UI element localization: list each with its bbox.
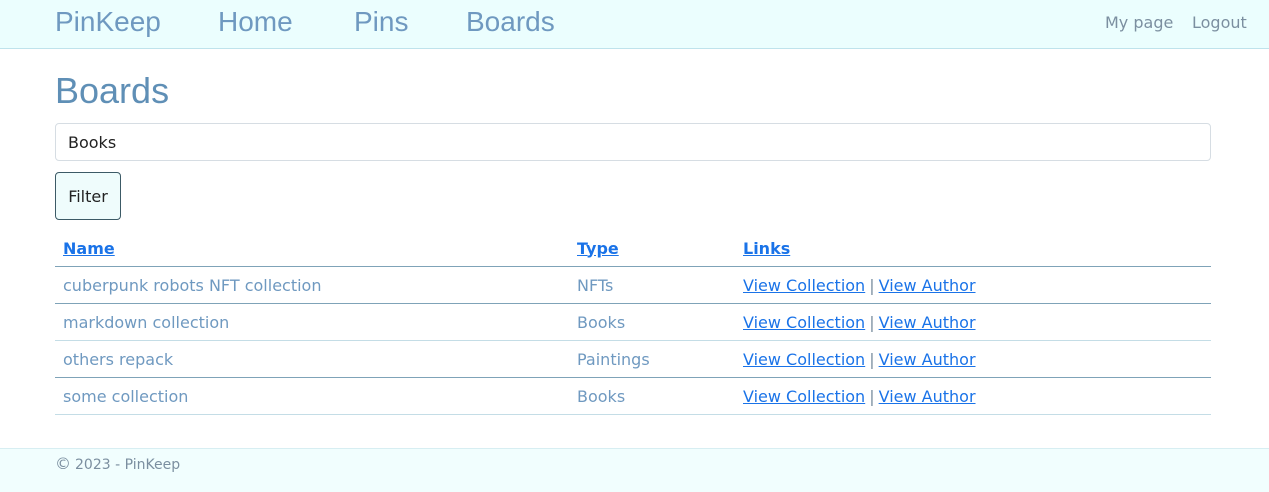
link-separator: | [869, 386, 875, 406]
nav-link-logout[interactable]: Logout [1192, 12, 1247, 34]
view-author-link[interactable]: View Author [879, 387, 976, 406]
filter-input[interactable] [55, 123, 1211, 161]
table-row: others repack Paintings View Collection |… [55, 340, 1211, 378]
nav-link-boards[interactable]: Boards [466, 4, 555, 40]
view-collection-link[interactable]: View Collection [743, 350, 865, 369]
board-type: Paintings [569, 340, 735, 378]
view-author-link[interactable]: View Author [879, 313, 976, 332]
board-links: View Collection | View Author [735, 303, 1211, 341]
board-name: cuberpunk robots NFT collection [55, 266, 569, 304]
link-separator: | [869, 349, 875, 369]
board-name: markdown collection [55, 303, 569, 341]
footer-copyright: © 2023 - PinKeep [55, 454, 180, 473]
column-header-type: Type [569, 230, 735, 267]
link-separator: | [869, 275, 875, 295]
board-name: some collection [55, 377, 569, 415]
nav-link-home[interactable]: Home [218, 4, 293, 40]
table-header-row: Name Type Links [55, 230, 1211, 267]
boards-table: Name Type Links cuberpunk robots NFT col… [55, 230, 1211, 415]
view-author-link[interactable]: View Author [879, 276, 976, 295]
board-links: View Collection | View Author [735, 266, 1211, 304]
copyright-icon: © [55, 454, 71, 473]
sort-by-links-link[interactable]: Links [743, 239, 790, 258]
page-footer: © 2023 - PinKeep [0, 448, 1269, 492]
board-links: View Collection | View Author [735, 340, 1211, 378]
column-header-links: Links [735, 230, 1211, 267]
board-links: View Collection | View Author [735, 377, 1211, 415]
board-type: Books [569, 377, 735, 415]
sort-by-name-link[interactable]: Name [63, 239, 115, 258]
footer-text: 2023 - PinKeep [75, 457, 181, 473]
nav-link-pins[interactable]: Pins [354, 4, 408, 40]
sort-by-type-link[interactable]: Type [577, 239, 619, 258]
nav-link-my-page[interactable]: My page [1105, 12, 1173, 34]
top-navbar: PinKeep Home Pins Boards My page Logout [0, 0, 1269, 49]
column-header-name: Name [55, 230, 569, 267]
view-author-link[interactable]: View Author [879, 350, 976, 369]
brand-link[interactable]: PinKeep [55, 4, 161, 40]
table-row: markdown collection Books View Collectio… [55, 303, 1211, 341]
page-title: Boards [55, 70, 170, 111]
board-type: Books [569, 303, 735, 341]
view-collection-link[interactable]: View Collection [743, 387, 865, 406]
table-row: cuberpunk robots NFT collection NFTs Vie… [55, 266, 1211, 304]
view-collection-link[interactable]: View Collection [743, 276, 865, 295]
filter-button[interactable]: Filter [55, 172, 121, 220]
board-type: NFTs [569, 266, 735, 304]
view-collection-link[interactable]: View Collection [743, 313, 865, 332]
table-row: some collection Books View Collection | Vi… [55, 377, 1211, 415]
board-name: others repack [55, 340, 569, 378]
link-separator: | [869, 312, 875, 332]
